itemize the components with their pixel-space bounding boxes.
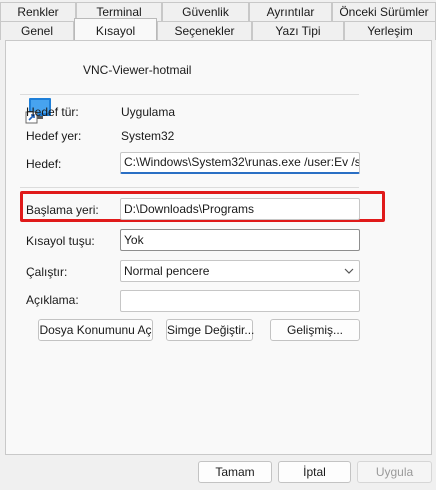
shortcut-key-field[interactable]: Yok — [120, 229, 360, 251]
run-select-value: Normal pencere — [124, 264, 210, 278]
target-location-label: Hedef yer: — [26, 129, 82, 143]
comment-label: Açıklama: — [26, 293, 79, 307]
start-in-label: Başlama yeri: — [26, 203, 99, 217]
target-type-value: Uygulama — [121, 105, 176, 119]
divider — [20, 94, 359, 95]
target-field[interactable]: C:\Windows\System32\runas.exe /user:Ev /… — [120, 152, 360, 174]
tab-row-2: Genel Kısayol Seçenekler Yazı Tipi Yerle… — [0, 18, 436, 40]
target-label: Hedef: — [26, 157, 62, 171]
ok-button[interactable]: Tamam — [198, 461, 272, 483]
tab-general[interactable]: Genel — [0, 21, 74, 40]
open-file-location-button[interactable]: Dosya Konumunu Aç — [38, 319, 153, 341]
tab-layout[interactable]: Yerleşim — [344, 21, 436, 40]
run-label: Çalıştır: — [26, 265, 68, 279]
tab-shortcut[interactable]: Kısayol — [74, 18, 157, 40]
tab-row-1: Renkler Terminal Güvenlik Ayrıntılar Önc… — [0, 2, 436, 21]
tab-security[interactable]: Güvenlik — [162, 2, 249, 21]
cancel-button[interactable]: İptal — [278, 461, 351, 483]
shortcut-panel: VNC-Viewer-hotmail Hedef tür: Uygulama H… — [5, 40, 432, 455]
run-select[interactable]: Normal pencere — [120, 260, 360, 282]
tab-font[interactable]: Yazı Tipi — [252, 21, 344, 40]
shortcut-key-label: Kısayol tuşu: — [26, 234, 95, 248]
divider — [20, 187, 359, 188]
change-icon-button[interactable]: Simge Değiştir... — [166, 319, 254, 341]
advanced-button[interactable]: Gelişmiş... — [270, 319, 360, 341]
target-location-value: System32 — [121, 129, 175, 143]
tab-previous-versions[interactable]: Önceki Sürümler — [332, 2, 436, 21]
start-in-field[interactable]: D:\Downloads\Programs — [120, 198, 360, 220]
tab-colors[interactable]: Renkler — [0, 2, 76, 21]
target-type-label: Hedef tür: — [26, 105, 79, 119]
app-name: VNC-Viewer-hotmail — [83, 63, 192, 77]
tab-options[interactable]: Seçenekler — [157, 21, 252, 40]
apply-button[interactable]: Uygula — [357, 461, 432, 483]
chevron-down-icon — [344, 268, 354, 274]
tab-details[interactable]: Ayrıntılar — [249, 2, 332, 21]
comment-field[interactable] — [120, 290, 360, 312]
